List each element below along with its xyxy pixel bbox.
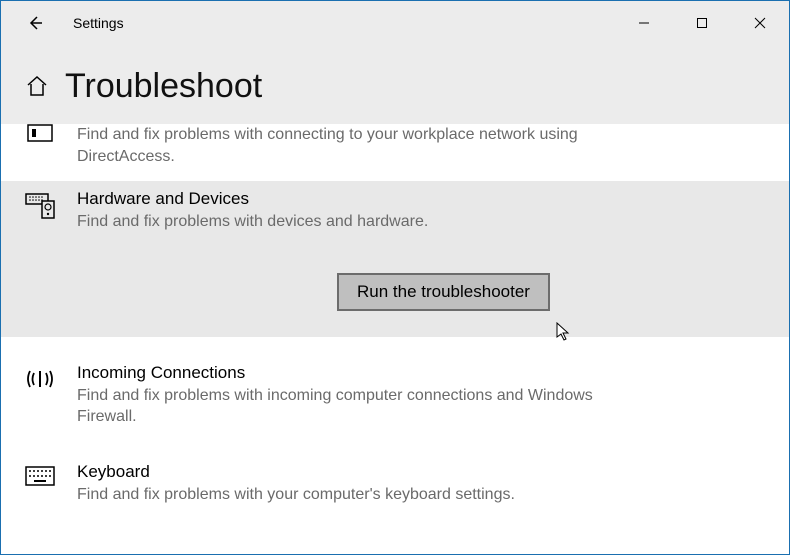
hardware-devices-icon bbox=[25, 193, 55, 219]
item-desc: Find and fix problems with connecting to… bbox=[77, 124, 597, 167]
close-button[interactable] bbox=[731, 1, 789, 45]
incoming-connections-icon bbox=[25, 367, 55, 391]
directaccess-icon bbox=[25, 124, 55, 144]
content-area: Find and fix problems with connecting to… bbox=[1, 124, 789, 554]
arrow-left-icon bbox=[26, 14, 44, 32]
troubleshoot-item-hardware[interactable]: Hardware and Devices Find and fix proble… bbox=[1, 181, 789, 337]
item-body: Keyboard Find and fix problems with your… bbox=[77, 462, 597, 506]
minimize-button[interactable] bbox=[615, 1, 673, 45]
item-body: Find and fix problems with connecting to… bbox=[77, 124, 597, 167]
item-title: Keyboard bbox=[77, 462, 597, 482]
troubleshoot-item-keyboard[interactable]: Keyboard Find and fix problems with your… bbox=[1, 442, 789, 520]
item-body: Hardware and Devices Find and fix proble… bbox=[77, 189, 597, 311]
minimize-icon bbox=[638, 17, 650, 29]
item-desc: Find and fix problems with incoming comp… bbox=[77, 385, 597, 428]
page-title: Troubleshoot bbox=[65, 67, 262, 106]
home-icon[interactable] bbox=[25, 74, 49, 103]
item-title: Incoming Connections bbox=[77, 363, 597, 383]
titlebar: Settings bbox=[1, 1, 789, 45]
maximize-icon bbox=[696, 17, 708, 29]
maximize-button[interactable] bbox=[673, 1, 731, 45]
item-desc: Find and fix problems with your computer… bbox=[77, 484, 597, 506]
troubleshoot-item-directaccess[interactable]: Find and fix problems with connecting to… bbox=[1, 124, 789, 181]
close-icon bbox=[754, 17, 766, 29]
window-controls bbox=[615, 1, 789, 45]
page-header: Troubleshoot bbox=[1, 45, 789, 124]
settings-window: Settings bbox=[0, 0, 790, 555]
item-title: Hardware and Devices bbox=[77, 189, 597, 209]
keyboard-icon bbox=[25, 466, 55, 486]
item-desc: Find and fix problems with devices and h… bbox=[77, 211, 597, 233]
back-button[interactable] bbox=[21, 9, 49, 37]
run-troubleshooter-button[interactable]: Run the troubleshooter bbox=[337, 273, 550, 311]
item-body: Incoming Connections Find and fix proble… bbox=[77, 363, 597, 428]
app-title: Settings bbox=[73, 15, 124, 31]
troubleshoot-item-incoming[interactable]: Incoming Connections Find and fix proble… bbox=[1, 337, 789, 442]
